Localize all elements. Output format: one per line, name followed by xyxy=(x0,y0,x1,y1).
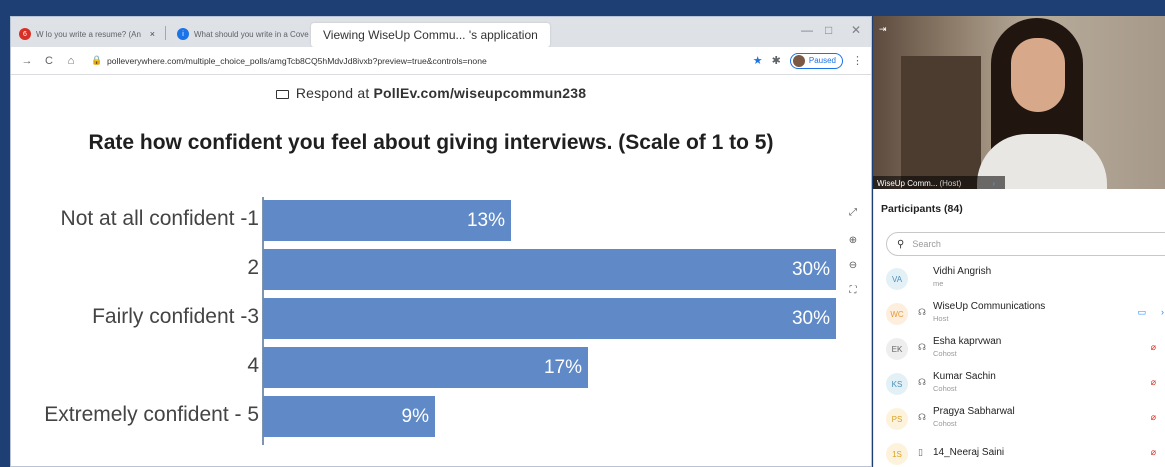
avatar: WC xyxy=(886,303,908,325)
participant-name: Vidhi Angrish xyxy=(933,266,992,277)
search-icon: ⚲ xyxy=(897,238,905,250)
participant-name: Kumar Sachin xyxy=(933,371,996,382)
headset-icon: ☊ xyxy=(918,342,926,352)
tab-close-icon[interactable]: × xyxy=(146,29,155,39)
video-name-tag: WiseUp Comm... (Host) › xyxy=(873,176,1005,190)
chevron-right-icon[interactable]: › xyxy=(992,179,995,188)
chart-category-label: 4 xyxy=(247,354,259,377)
browser-tab-cover[interactable]: i What should you write in a Cove xyxy=(169,21,327,47)
video-person-face xyxy=(1011,38,1065,112)
participant-role: Cohost xyxy=(933,349,957,358)
chart-category-label: Fairly confident -3 xyxy=(92,305,259,328)
tab-separator xyxy=(165,26,166,40)
poll-question: Rate how confident you feel about giving… xyxy=(88,131,774,154)
tab-label: W lo you write a resume? (An xyxy=(36,29,141,39)
avatar xyxy=(792,54,805,67)
profile-paused-button[interactable]: Paused xyxy=(789,52,843,69)
participants-panel: Participants (84) ⚲ Search VA Vidhi Angri… xyxy=(873,189,1165,467)
address-bar: → C ⌂ 🔒 polleverywhere.com/multiple_choi… xyxy=(11,47,871,75)
participant-row[interactable]: 1S ▯ 14_Neeraj Saini ⌀ xyxy=(886,441,1165,467)
avatar: KS xyxy=(886,373,908,395)
browser-tab-resume[interactable]: 6 W lo you write a resume? (An × xyxy=(11,21,163,47)
chart-bar: 30% xyxy=(263,249,836,290)
reload-icon[interactable]: C xyxy=(41,55,57,67)
maximize-icon[interactable]: □ xyxy=(825,23,832,37)
headset-icon: ☊ xyxy=(918,412,926,422)
search-input[interactable]: ⚲ Search xyxy=(886,232,1165,256)
video-door xyxy=(901,56,981,189)
minimize-icon[interactable]: — xyxy=(801,23,813,37)
collapse-video-icon[interactable]: ⇥ xyxy=(879,24,887,35)
search-placeholder: Search xyxy=(912,239,941,249)
monitor-icon xyxy=(275,89,289,99)
avatar: EK xyxy=(886,338,908,360)
shared-browser-window: 6 W lo you write a resume? (An × i What … xyxy=(10,16,872,467)
phone-icon: ▯ xyxy=(918,447,923,457)
chart-category-label: Not at all confident -1 xyxy=(60,207,259,230)
respond-url: PollEv.com/wiseupcommun238 xyxy=(373,85,587,101)
participant-role: Cohost xyxy=(933,384,957,393)
participant-role: Host xyxy=(933,314,949,323)
url-field[interactable]: polleverywhere.com/multiple_choice_polls… xyxy=(107,56,487,66)
participant-row[interactable]: VA Vidhi Angrish me xyxy=(886,266,1165,292)
expand-icon[interactable]: ⛶ xyxy=(847,285,859,296)
menu-kebab-icon[interactable]: ⋮ xyxy=(852,54,863,67)
participant-row[interactable]: KS ☊ Kumar Sachin Cohost ⌀ xyxy=(886,371,1165,397)
chart-data-label: 17% xyxy=(543,356,582,378)
paused-label: Paused xyxy=(808,56,836,65)
avatar: VA xyxy=(886,268,908,290)
chevron-right-icon[interactable]: › xyxy=(1161,307,1164,317)
bookmark-star-icon[interactable]: ★ xyxy=(753,54,763,67)
video-role: (Host) xyxy=(939,178,962,188)
zoom-out-icon[interactable]: ⊖ xyxy=(847,260,859,271)
participant-row[interactable]: PS ☊ Pragya Sabharwal Cohost ⌀ xyxy=(886,406,1165,432)
fullscreen-toggle-icon[interactable]: ⤢ xyxy=(847,207,859,218)
host-video-tile: ⇥ xyxy=(873,16,1165,189)
headset-icon: ☊ xyxy=(918,377,926,387)
participant-role: Cohost xyxy=(933,419,957,428)
zoom-in-icon[interactable]: ⊕ xyxy=(847,235,859,246)
participant-name: Esha kaprvwan xyxy=(933,336,1002,347)
chart-bar: 30% xyxy=(263,298,836,339)
close-window-icon[interactable]: ✕ xyxy=(851,23,861,37)
chart-data-label: 9% xyxy=(401,405,429,427)
extensions-icon[interactable]: ✱ xyxy=(772,54,781,67)
participant-role: me xyxy=(933,279,944,288)
respond-prefix: Respond at xyxy=(295,85,370,101)
participant-row[interactable]: WC ☊ WiseUp Communications Host ▭ › xyxy=(886,301,1165,327)
avatar: PS xyxy=(886,408,908,430)
chart-bar: 13% xyxy=(263,200,511,241)
tab-favicon-icon: 6 xyxy=(19,28,31,40)
chart-data-label: 30% xyxy=(791,258,830,280)
toolbar-right: ★ ✱ Paused ⋮ xyxy=(753,52,863,69)
participant-row[interactable]: EK ☊ Esha kaprvwan Cohost ⌀ xyxy=(886,336,1165,362)
tab-favicon-icon: i xyxy=(177,28,189,40)
participant-name: Pragya Sabharwal xyxy=(933,406,1015,417)
chart-bar: 9% xyxy=(263,396,435,437)
participant-name: 14_Neeraj Saini xyxy=(933,447,1005,458)
back-icon[interactable]: → xyxy=(19,55,35,67)
tab-label: What should you write in a Cove xyxy=(194,29,309,39)
chart-data-label: 30% xyxy=(791,307,830,329)
screen-share-banner: Viewing WiseUp Commu... 's application xyxy=(311,23,550,47)
chart-category-label: 2 xyxy=(247,256,259,279)
video-camera-icon[interactable]: ▭ xyxy=(1137,307,1146,318)
mic-muted-icon[interactable]: ⌀ xyxy=(1151,377,1156,388)
participant-name: WiseUp Communications xyxy=(933,301,1046,312)
chart-category-label: Extremely confident - 5 xyxy=(44,403,259,426)
chart-bar: 17% xyxy=(263,347,588,388)
respond-instructions: Respond at PollEv.com/wiseupcommun238 xyxy=(11,85,851,101)
mic-muted-icon[interactable]: ⌀ xyxy=(1151,447,1156,458)
chart-data-label: 13% xyxy=(466,209,505,231)
mic-muted-icon[interactable]: ⌀ xyxy=(1151,412,1156,423)
video-name: WiseUp Comm... xyxy=(877,178,938,188)
lock-icon: 🔒 xyxy=(91,55,103,65)
participants-title: Participants (84) xyxy=(881,203,963,215)
mic-muted-icon[interactable]: ⌀ xyxy=(1151,342,1156,353)
avatar: 1S xyxy=(886,443,908,465)
headset-icon: ☊ xyxy=(918,307,926,317)
tab-bar: 6 W lo you write a resume? (An × i What … xyxy=(11,17,871,47)
home-icon[interactable]: ⌂ xyxy=(63,55,79,67)
